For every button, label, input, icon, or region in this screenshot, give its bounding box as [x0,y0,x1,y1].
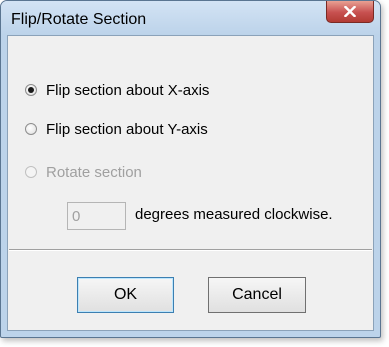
close-icon [344,6,356,17]
flip-y-label: Flip section about Y-axis [46,120,208,138]
flip-x-label: Flip section about X-axis [46,81,210,99]
ok-button[interactable]: OK [77,277,174,313]
rotate-option: Rotate section [25,162,142,182]
flip-rotate-dialog: Flip/Rotate Section Flip section about X… [0,0,381,338]
dialog-title: Flip/Rotate Section [11,11,147,28]
flip-x-radio[interactable] [25,84,37,96]
title-bar[interactable]: Flip/Rotate Section [1,1,380,35]
divider [9,249,372,251]
flip-y-option[interactable]: Flip section about Y-axis [25,119,208,139]
degrees-unit-label: degrees measured clockwise. [135,206,333,223]
close-button[interactable] [326,1,374,23]
dialog-body: Flip section about X-axis Flip section a… [7,35,374,331]
rotation-degrees-input [67,202,126,230]
flip-x-option[interactable]: Flip section about X-axis [25,80,209,100]
rotate-label: Rotate section [46,163,142,181]
flip-y-radio[interactable] [25,123,37,135]
cancel-button[interactable]: Cancel [208,277,306,313]
rotate-radio [25,166,37,178]
